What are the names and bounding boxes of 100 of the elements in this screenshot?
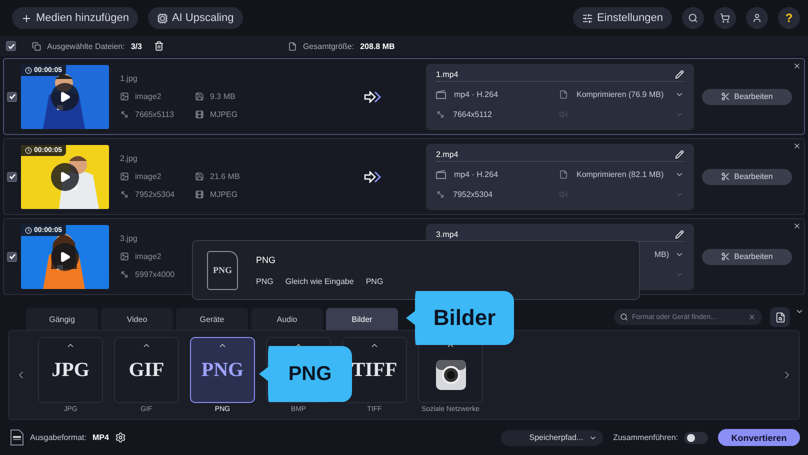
- png-file-icon: PNG: [207, 250, 238, 290]
- edit-button[interactable]: Bearbeiten: [702, 88, 792, 104]
- format-tile[interactable]: JPG: [38, 337, 103, 403]
- scissors-icon: [721, 252, 730, 261]
- total-size: 208.8 MB: [360, 42, 395, 50]
- chevron-down-icon: [675, 90, 684, 99]
- cart-icon: [720, 13, 730, 23]
- select-all-checkbox[interactable]: [6, 41, 16, 51]
- category-tab[interactable]: Geräte: [176, 308, 248, 330]
- scissors-icon: [721, 92, 730, 101]
- film-icon: [195, 190, 204, 199]
- account-button[interactable]: [746, 7, 768, 29]
- format-logo: JPG: [52, 359, 90, 382]
- output-name[interactable]: 1.mp4: [436, 70, 458, 78]
- image-icon: [120, 252, 129, 261]
- upscaling-button[interactable]: AI Upscaling: [148, 7, 243, 29]
- codec-text: image2: [135, 252, 162, 261]
- settings-button[interactable]: Einstellungen: [572, 7, 672, 29]
- user-icon: [752, 13, 762, 23]
- output-name[interactable]: 2.mp4: [436, 150, 458, 158]
- category-tab[interactable]: Audio: [251, 308, 323, 330]
- pencil-icon: [675, 230, 684, 238]
- callout-tooltip: PNG: [259, 346, 352, 402]
- category-tab[interactable]: Bilder: [326, 308, 398, 330]
- compress-setting[interactable]: Komprimieren (76.9 MB): [576, 90, 664, 99]
- format-tile[interactable]: GIF: [114, 337, 179, 403]
- play-icon: [59, 250, 71, 262]
- chip-icon: [156, 12, 168, 24]
- file-name: 2.jpg: [120, 154, 138, 163]
- save-path-button[interactable]: Speicherpfad...: [501, 430, 604, 446]
- file-size: 21.6 MB: [210, 172, 240, 181]
- settings-icon[interactable]: [114, 432, 126, 443]
- close-button[interactable]: [793, 142, 801, 150]
- edit-button[interactable]: Bearbeiten: [702, 248, 792, 264]
- file-icon: [559, 90, 568, 99]
- category-tab[interactable]: Video: [101, 308, 173, 330]
- checkbox[interactable]: [7, 172, 17, 182]
- play-icon: [59, 90, 71, 102]
- format-logo: TIFF: [352, 359, 398, 382]
- resolution-text: 5997x4000: [135, 270, 175, 279]
- popup-detail: PNG: [366, 276, 384, 286]
- output-format-label: Ausgabeformat:: [30, 433, 86, 442]
- add-media-button[interactable]: Medien hinzufügen: [12, 7, 138, 29]
- format-text: MJPEG: [210, 190, 238, 199]
- convert-arrow-icon: [364, 170, 382, 182]
- film-icon: [195, 110, 204, 119]
- file-name: 1.jpg: [120, 74, 138, 83]
- close-button[interactable]: [793, 222, 801, 230]
- search-button[interactable]: [682, 7, 704, 29]
- output-format: mp4 · H.264: [454, 170, 498, 179]
- image-icon: [120, 172, 129, 181]
- file-name: 3.jpg: [120, 234, 138, 243]
- chevron-down-icon: [675, 250, 684, 259]
- selected-count: 3/3: [130, 42, 142, 50]
- plus-icon: [21, 12, 32, 24]
- search-icon: [688, 13, 698, 23]
- clock-icon: [25, 226, 32, 234]
- category-tab[interactable]: Gängig: [26, 308, 98, 330]
- close-icon: [793, 222, 801, 230]
- output-name[interactable]: 3.mp4: [436, 230, 458, 238]
- format-tile[interactable]: PNG: [190, 337, 255, 403]
- caret-icon: [66, 341, 75, 350]
- chevron-down-icon: [675, 270, 684, 279]
- caret-icon: [370, 341, 379, 350]
- device-search-button[interactable]: [770, 307, 790, 327]
- file-icon: [288, 42, 297, 50]
- convert-arrow-icon: [364, 90, 382, 102]
- popup-detail: PNG: [256, 276, 274, 286]
- clear-icon: [748, 313, 756, 321]
- callout-tooltip: Bilder: [406, 291, 514, 345]
- compress-setting[interactable]: MB): [654, 250, 670, 259]
- files-icon: [32, 42, 41, 50]
- close-button[interactable]: [793, 62, 801, 70]
- play-icon: [59, 170, 71, 182]
- checkbox[interactable]: [7, 252, 17, 262]
- compress-setting[interactable]: Komprimieren (82.1 MB): [576, 170, 664, 179]
- scissors-icon: [721, 172, 730, 181]
- merge-toggle[interactable]: [684, 432, 708, 444]
- format-text: MJPEG: [210, 110, 238, 119]
- format-logo: GIF: [128, 359, 164, 382]
- format-logo: PNG: [201, 359, 244, 382]
- camera-icon: [434, 359, 466, 391]
- resize-icon: [120, 110, 129, 119]
- sliders-icon: [582, 12, 593, 24]
- file-search-icon: [774, 312, 786, 322]
- close-icon: [793, 62, 801, 70]
- clock-icon: [25, 66, 32, 74]
- checkbox[interactable]: [7, 92, 17, 102]
- file-size: 9.3 MB: [210, 92, 236, 101]
- trash-icon[interactable]: [154, 41, 164, 51]
- popup-detail: Gleich wie Eingabe: [285, 276, 354, 286]
- output-format: mp4 · H.264: [454, 90, 498, 99]
- collapse-icon[interactable]: [795, 307, 804, 316]
- convert-button[interactable]: Konvertieren: [718, 429, 800, 446]
- pencil-icon: [675, 150, 684, 158]
- help-button[interactable]: ?: [778, 7, 800, 29]
- search-icon: [620, 313, 628, 321]
- cart-button[interactable]: [714, 7, 736, 29]
- edit-button[interactable]: Bearbeiten: [702, 168, 792, 184]
- resolution-text: 7665x5113: [135, 110, 174, 119]
